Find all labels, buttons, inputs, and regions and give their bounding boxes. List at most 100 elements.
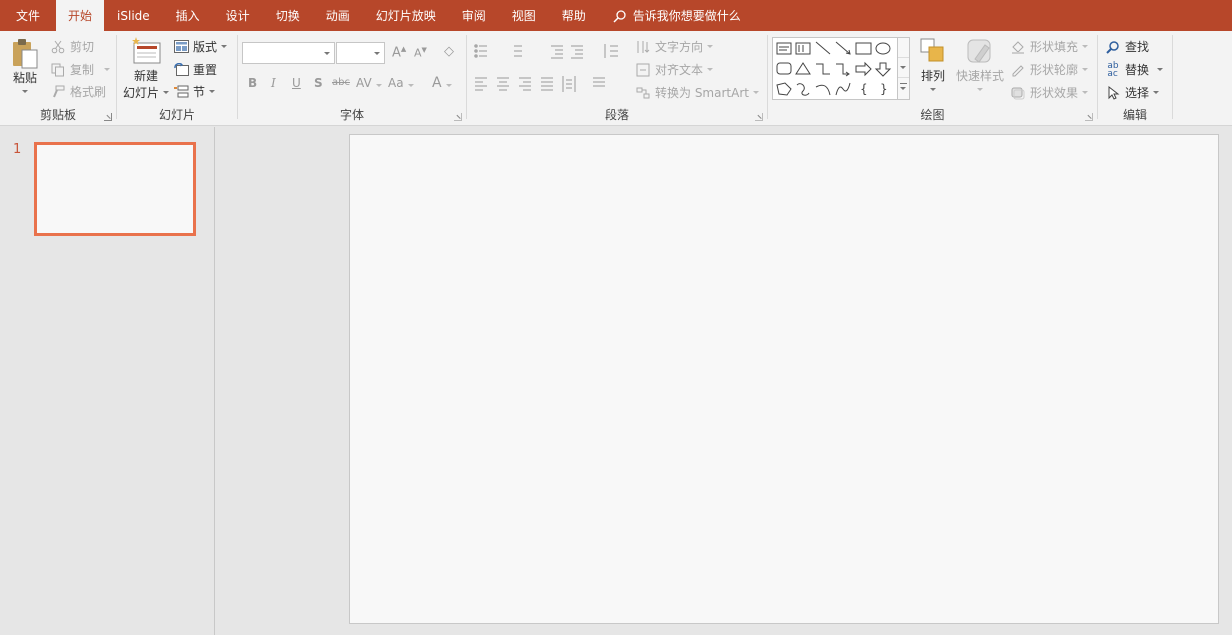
search-icon bbox=[613, 9, 626, 23]
shrink-font-button[interactable]: A▼ bbox=[414, 46, 427, 60]
tab-islide[interactable]: iSlide bbox=[104, 0, 163, 31]
new-slide-label-2: 幻灯片 bbox=[123, 84, 170, 101]
align-text-button[interactable]: 对齐文本 bbox=[635, 61, 714, 78]
font-color-dropdown-icon bbox=[445, 84, 452, 87]
tab-transitions[interactable]: 切换 bbox=[263, 0, 313, 31]
character-spacing-button[interactable]: AV bbox=[356, 76, 382, 90]
italic-button[interactable]: I bbox=[271, 76, 276, 90]
text-direction-icon bbox=[635, 39, 651, 55]
shapes-gallery[interactable]: { } bbox=[772, 37, 910, 100]
layout-dropdown-icon bbox=[221, 45, 228, 48]
layout-label: 版式 bbox=[193, 40, 218, 54]
font-size-combo[interactable] bbox=[336, 42, 385, 64]
svg-text:{: { bbox=[860, 82, 868, 96]
underline-button[interactable]: U bbox=[292, 76, 301, 90]
paragraph-launcher-icon[interactable] bbox=[755, 113, 763, 121]
shape-effects-button[interactable]: 形状效果 bbox=[1010, 84, 1089, 101]
clear-formatting-icon[interactable]: ◇ bbox=[444, 44, 454, 59]
tab-review[interactable]: 审阅 bbox=[449, 0, 499, 31]
font-name-combo[interactable] bbox=[242, 42, 335, 64]
tab-home[interactable]: 开始 bbox=[56, 0, 105, 31]
tab-animations[interactable]: 动画 bbox=[313, 0, 363, 31]
text-direction-dropdown-icon bbox=[707, 45, 714, 48]
slide-thumbnail[interactable] bbox=[34, 142, 196, 236]
layout-button[interactable]: 版式 bbox=[173, 38, 228, 55]
drawing-launcher-icon[interactable] bbox=[1085, 113, 1093, 121]
grow-font-button[interactable]: A▲ bbox=[392, 45, 406, 60]
cursor-arrow-icon bbox=[1105, 85, 1121, 101]
find-button[interactable]: 查找 bbox=[1105, 38, 1149, 55]
shape-outline-dropdown-icon bbox=[1082, 68, 1089, 71]
text-shadow-button[interactable]: S bbox=[314, 76, 323, 90]
section-dropdown-icon bbox=[209, 90, 216, 93]
change-case-glyph: Aa bbox=[388, 76, 404, 90]
clipboard-launcher-icon[interactable] bbox=[104, 113, 112, 121]
format-painter-icon bbox=[50, 84, 66, 100]
replace-label: 替换 bbox=[1125, 63, 1150, 77]
format-painter-button[interactable]: 格式刷 bbox=[50, 83, 106, 100]
select-label: 选择 bbox=[1125, 86, 1150, 100]
tell-me-box[interactable]: 告诉我你想要做什么 bbox=[599, 0, 741, 31]
quick-styles-button[interactable]: 快速样式 bbox=[954, 37, 1006, 91]
tab-view[interactable]: 视图 bbox=[499, 0, 549, 31]
shape-fill-button[interactable]: 形状填充 bbox=[1010, 38, 1089, 55]
select-button[interactable]: 选择 bbox=[1105, 84, 1160, 101]
shape-outline-button[interactable]: 形状轮廓 bbox=[1010, 61, 1089, 78]
tab-design[interactable]: 设计 bbox=[213, 0, 263, 31]
cut-button[interactable]: 剪切 bbox=[50, 38, 94, 55]
gallery-up-icon[interactable] bbox=[898, 38, 909, 58]
copy-dropdown-icon bbox=[104, 68, 111, 71]
text-direction-button[interactable]: 文字方向 bbox=[635, 38, 714, 55]
tab-insert[interactable]: 插入 bbox=[163, 0, 213, 31]
cut-label: 剪切 bbox=[70, 40, 95, 54]
smartart-icon bbox=[635, 85, 651, 101]
clipboard-group-label: 剪贴板 bbox=[39, 108, 76, 122]
tab-help[interactable]: 帮助 bbox=[549, 0, 599, 31]
separator bbox=[1172, 35, 1173, 119]
reset-button[interactable]: 重置 bbox=[173, 61, 217, 78]
shape-fill-label: 形状填充 bbox=[1030, 40, 1079, 54]
align-text-dropdown-icon bbox=[707, 68, 714, 71]
paste-label: 粘贴 bbox=[12, 71, 37, 85]
editing-group: 查找 ab ac 替换 选择 编辑 bbox=[1098, 31, 1172, 126]
section-button[interactable]: 节 bbox=[173, 83, 216, 100]
section-label: 节 bbox=[193, 85, 206, 99]
format-painter-label: 格式刷 bbox=[70, 85, 107, 99]
arrange-icon bbox=[920, 38, 944, 62]
paste-button[interactable]: 粘贴 bbox=[8, 37, 42, 93]
font-color-glyph: A bbox=[432, 75, 442, 91]
copy-button[interactable]: 复制 bbox=[50, 61, 111, 78]
select-dropdown-icon bbox=[1153, 91, 1160, 94]
slide-canvas[interactable] bbox=[349, 134, 1219, 624]
font-launcher-icon[interactable] bbox=[454, 113, 462, 121]
replace-dropdown-icon bbox=[1157, 68, 1164, 71]
gallery-scroll[interactable] bbox=[897, 38, 909, 99]
change-case-button[interactable]: Aa bbox=[388, 76, 414, 90]
clipboard-group: 粘贴 剪切 复制 格式刷 剪贴板 bbox=[0, 31, 116, 126]
slides-group: 新建 幻灯片 版式 重置 节 幻灯片 bbox=[117, 31, 237, 126]
gallery-more-icon[interactable] bbox=[898, 78, 909, 98]
shape-effects-label: 形状效果 bbox=[1030, 86, 1079, 100]
paragraph-group: 文字方向 对齐文本 转换为 SmartArt 段落 bbox=[467, 31, 767, 126]
ribbon-tab-bar: 文件 开始 iSlide 插入 设计 切换 动画 幻灯片放映 审阅 视图 帮助 … bbox=[0, 0, 1232, 31]
replace-button[interactable]: ab ac 替换 bbox=[1105, 61, 1164, 78]
tab-file[interactable]: 文件 bbox=[0, 0, 56, 31]
tab-slideshow[interactable]: 幻灯片放映 bbox=[363, 0, 449, 31]
drawing-group-label: 绘图 bbox=[920, 108, 945, 122]
copy-icon bbox=[50, 62, 66, 78]
new-slide-button[interactable]: 新建 幻灯片 bbox=[123, 37, 170, 101]
font-size-dropdown-icon bbox=[374, 52, 380, 55]
reset-label: 重置 bbox=[193, 63, 218, 77]
tell-me-text: 告诉我你想要做什么 bbox=[632, 9, 741, 23]
section-icon bbox=[173, 84, 189, 100]
arrange-button[interactable]: 排列 bbox=[916, 37, 950, 91]
quick-styles-icon bbox=[967, 39, 991, 63]
strikethrough-button[interactable]: abc bbox=[332, 77, 350, 88]
quick-styles-label: 快速样式 bbox=[955, 69, 1004, 83]
shape-fill-dropdown-icon bbox=[1082, 45, 1089, 48]
convert-smartart-button[interactable]: 转换为 SmartArt bbox=[635, 84, 759, 101]
font-color-button[interactable]: A bbox=[432, 75, 452, 91]
bold-button[interactable]: B bbox=[248, 76, 257, 90]
gallery-down-icon[interactable] bbox=[898, 58, 909, 78]
layout-icon bbox=[173, 39, 189, 55]
